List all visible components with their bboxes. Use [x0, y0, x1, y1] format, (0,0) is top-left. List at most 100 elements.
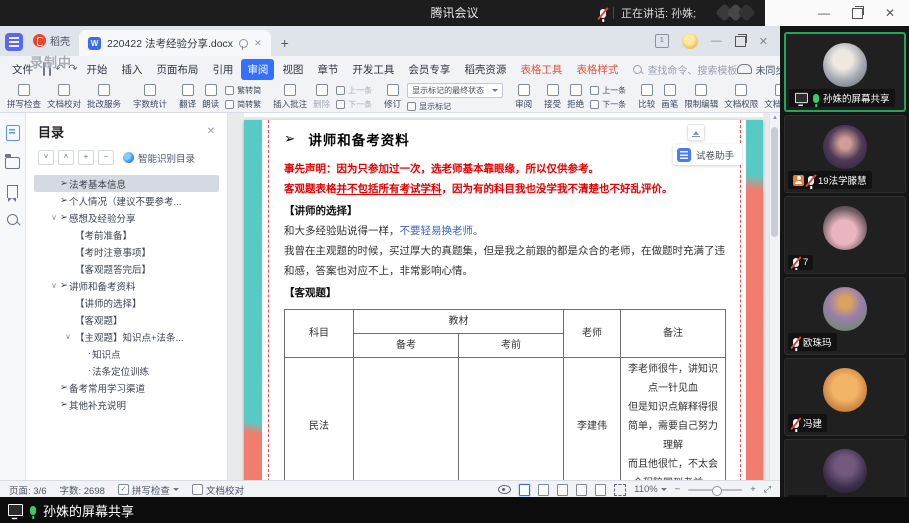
restore-button[interactable] [852, 8, 863, 19]
show-markup-button[interactable]: 显示标记 [407, 101, 503, 112]
menu-insert[interactable]: 插入 [115, 59, 148, 80]
proofread-toggle[interactable]: 文档校对 [192, 483, 244, 497]
menu-review[interactable]: 审阅 [241, 59, 274, 80]
pen-button[interactable]: 画笔 [658, 84, 681, 110]
insert-comment-button[interactable]: 插入批注 [270, 84, 310, 110]
zoom-in-button[interactable]: + [750, 484, 756, 495]
web-view-icon[interactable] [576, 484, 587, 496]
next-change-button[interactable]: 下一条 [590, 99, 626, 110]
zoom-out-button[interactable]: − [675, 484, 681, 495]
account-avatar[interactable] [682, 33, 698, 49]
spell-check-button[interactable]: 拼写检查 [4, 84, 44, 110]
tab-document[interactable]: W 220422 法考经验分享.docx ✕ [79, 30, 271, 56]
fullscreen-icon[interactable]: ⤢ [764, 484, 771, 495]
wps-home-icon[interactable] [5, 33, 23, 51]
wps-minimize-button[interactable]: — [711, 35, 722, 47]
bookmark-icon[interactable] [7, 185, 18, 198]
outline-item[interactable]: 【讲师的选择】 [34, 294, 219, 311]
restrict-edit-button[interactable]: 限制编辑 [681, 84, 721, 110]
accept-button[interactable]: 接受 [541, 84, 564, 110]
nav-pane-icon[interactable] [6, 125, 20, 141]
menu-table-style[interactable]: 表格样式 [570, 59, 624, 80]
menu-member[interactable]: 会员专享 [402, 59, 456, 80]
pin-icon[interactable] [239, 39, 248, 48]
outline-item[interactable]: ∨【主观题】知识点+法条... [34, 328, 219, 345]
reject-button[interactable]: 拒绝 [564, 84, 587, 110]
menu-page-layout[interactable]: 页面布局 [150, 59, 204, 80]
grading-service-button[interactable]: 批改服务 [84, 84, 124, 110]
new-tab-button[interactable]: + [281, 36, 289, 50]
outline-item[interactable]: 【考时注意事项】 [34, 243, 219, 260]
menu-home[interactable]: 开始 [80, 59, 113, 80]
menu-references[interactable]: 引用 [206, 59, 239, 80]
spell-check-toggle[interactable]: ✓ 拼写检查 [118, 483, 179, 497]
menu-dev-tools[interactable]: 开发工具 [346, 59, 400, 80]
folder-icon[interactable] [5, 157, 20, 169]
participant-tile[interactable]: 7 [784, 196, 906, 274]
outline-item[interactable]: ∨➢讲师和备考资料 [34, 277, 219, 294]
scrollbar-thumb[interactable] [771, 127, 778, 237]
doc-auth-button[interactable]: 文档认证 [761, 84, 780, 110]
outline-close-icon[interactable]: ✕ [207, 126, 215, 137]
outline-expand-icon[interactable]: ˅ [38, 150, 54, 165]
zoom-level[interactable]: 110% [634, 484, 667, 495]
wps-close-button[interactable]: ✕ [759, 35, 768, 48]
sidebar-collapse-button[interactable] [687, 124, 705, 141]
outline-item[interactable]: 【考前准备】 [34, 226, 219, 243]
markup-state-select[interactable]: 显示标记的最终状态 [407, 83, 503, 98]
fit-page-icon[interactable] [614, 484, 626, 496]
eye-protection-icon[interactable] [498, 485, 511, 494]
track-changes-button[interactable]: 修订 [381, 84, 404, 110]
document-page[interactable]: ➢讲师和备考资料 事先声明：因为只参加过一次，选老师基本靠眼缘，所以仅供参考。 … [244, 120, 763, 480]
review-mode-button[interactable]: 审阅 [512, 84, 535, 110]
participant-tile[interactable]: 冯建 [784, 358, 906, 436]
word-count-button[interactable]: 字数统计 [130, 84, 170, 110]
participant-tile[interactable]: 欧珠玛 [784, 277, 906, 355]
outline-minus-icon[interactable]: − [98, 150, 114, 165]
outline-item[interactable]: ➢备考常用学习渠道 [34, 379, 219, 396]
outline-item[interactable]: 【客观题答完后】 [34, 260, 219, 277]
translate-button[interactable]: 翻译 [176, 84, 199, 110]
vertical-scrollbar[interactable]: ▲ [769, 113, 780, 480]
participant-tile[interactable]: 19法学滕慧 [784, 115, 906, 193]
outline-view-icon[interactable] [538, 484, 549, 496]
prev-change-button[interactable]: 上一条 [590, 85, 626, 96]
smart-outline-button[interactable]: 智能识别目录 [123, 151, 195, 165]
zoom-slider[interactable] [688, 489, 742, 491]
read-aloud-button[interactable]: 朗读 [199, 84, 222, 110]
outline-plus-icon[interactable]: + [78, 150, 94, 165]
trad-to-simp-button[interactable]: 繁转简 [225, 85, 261, 96]
proofread-button[interactable]: 文档校对 [44, 84, 84, 110]
simp-to-trad-button[interactable]: 简转繁 [225, 99, 261, 110]
outline-item[interactable]: 【客观题】 [34, 311, 219, 328]
outline-item[interactable]: ➢个人情况（建议不要参考... [34, 192, 219, 209]
outline-item[interactable]: ·法条定位训练 [34, 362, 219, 379]
find-icon[interactable] [7, 214, 18, 225]
sync-status[interactable]: 未同步 [737, 62, 785, 77]
window-split-icon[interactable]: 1 [655, 34, 669, 48]
page-view-icon[interactable] [519, 484, 530, 496]
outline-item[interactable]: ➢法考基本信息 [34, 175, 219, 192]
participant-tile[interactable]: 孙姝的屏幕共享 [784, 32, 906, 112]
ink-view-icon[interactable] [595, 484, 606, 496]
read-view-icon[interactable] [557, 484, 568, 496]
exam-assistant-button[interactable]: 试卷助手 [673, 144, 742, 165]
compare-button[interactable]: 比较 [635, 84, 658, 110]
outline-item[interactable]: ·知识点 [34, 345, 219, 362]
minimize-button[interactable]: — [818, 6, 830, 20]
doc-permission-button[interactable]: 文档权限 [721, 84, 761, 110]
tab-close-icon[interactable]: ✕ [254, 38, 262, 49]
zoom-slider-knob[interactable] [712, 486, 722, 496]
close-button[interactable]: ✕ [885, 6, 895, 20]
menu-view[interactable]: 视图 [276, 59, 309, 80]
outline-item[interactable]: ➢其他补充说明 [34, 396, 219, 413]
outline-item[interactable]: ∨➢感想及经验分享 [34, 209, 219, 226]
wps-restore-button[interactable] [735, 36, 746, 47]
menu-docer-resources[interactable]: 稻壳资源 [458, 59, 512, 80]
command-search[interactable]: 查找命令、搜索模板 [633, 62, 737, 77]
delete-comment-button[interactable]: 删除 [310, 84, 333, 110]
outline-collapse-icon[interactable]: ˄ [58, 150, 74, 165]
scroll-up-icon[interactable]: ▲ [770, 113, 780, 121]
menu-section[interactable]: 章节 [311, 59, 344, 80]
next-comment-button[interactable]: 下一条 [336, 99, 372, 110]
